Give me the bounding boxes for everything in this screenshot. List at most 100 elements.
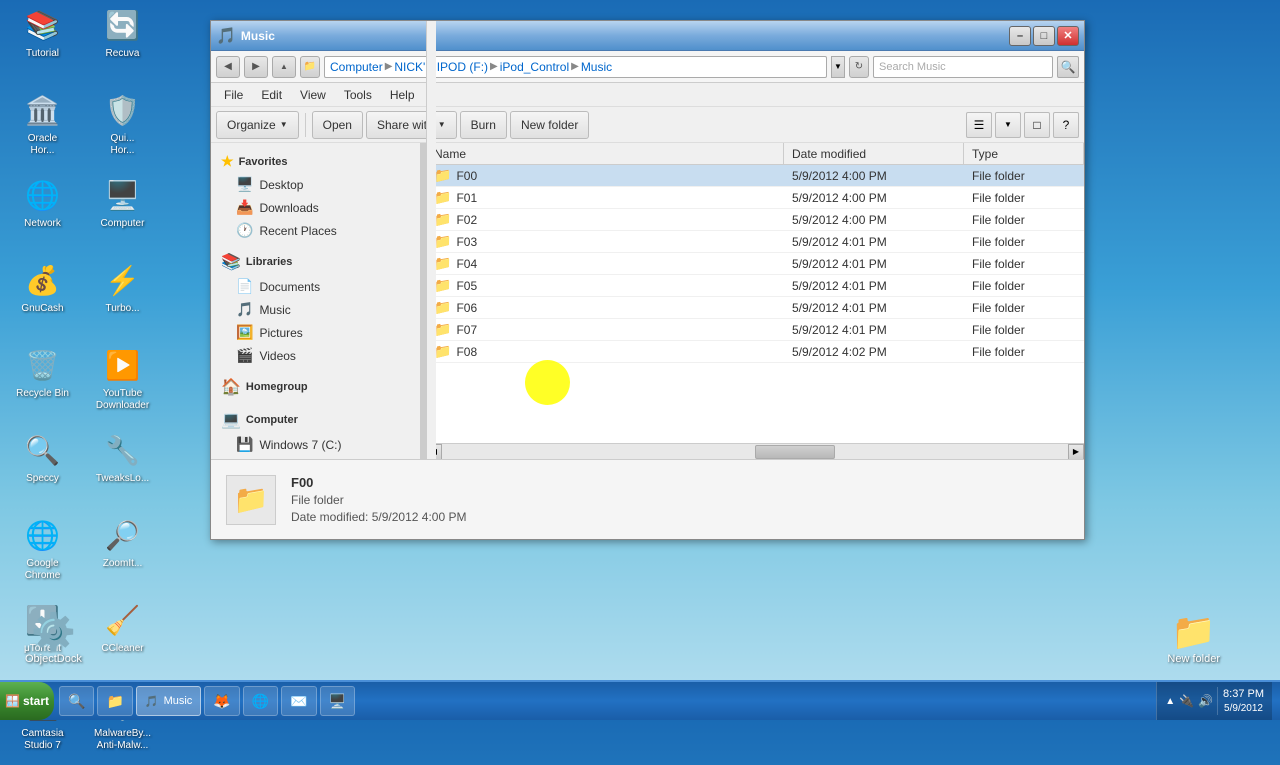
desktop-icon-computer[interactable]: 🖥️ Computer	[85, 175, 160, 255]
new-folder-button[interactable]: New folder	[510, 111, 589, 139]
nav-downloads-label: Downloads	[259, 201, 318, 215]
file-row-f05[interactable]: 📁F055/9/2012 4:01 PMFile folder	[426, 275, 1084, 297]
preview-pane-button[interactable]: □	[1024, 112, 1050, 138]
desktop-icon-chrome[interactable]: 🌐 GoogleChrome	[5, 515, 80, 595]
nav-documents[interactable]: 📄 Documents	[211, 275, 420, 298]
taskbar-mail-button[interactable]: ✉️	[281, 686, 316, 716]
col-header-date[interactable]: Date modified	[784, 143, 964, 164]
malware-label: MalwareBy...Anti-Malw...	[94, 728, 151, 752]
file-name-f06: 📁F06	[426, 299, 784, 316]
desktop-icon-oracle[interactable]: 🏛️ OracleHor...	[5, 90, 80, 170]
back-button[interactable]: ◀	[216, 56, 240, 78]
desktop-icon-tweaks[interactable]: 🔧 TweaksLo...	[85, 430, 160, 510]
hscroll-track[interactable]	[442, 444, 1068, 459]
start-button[interactable]: 🪟 start	[0, 682, 54, 720]
file-row-f01[interactable]: 📁F015/9/2012 4:00 PMFile folder	[426, 187, 1084, 209]
nav-pictures[interactable]: 🖼️ Pictures	[211, 321, 420, 344]
folder-icon: 📁	[434, 255, 451, 272]
file-row-f00[interactable]: 📁F005/9/2012 4:00 PMFile folder	[426, 165, 1084, 187]
help-button[interactable]: ?	[1053, 112, 1079, 138]
desktop-icon-youtube[interactable]: ▶️ YouTubeDownloader	[85, 345, 160, 425]
file-type-f05: File folder	[964, 279, 1084, 293]
chrome-icon: 🌐	[23, 515, 63, 555]
desktop-icon-newfolder[interactable]: 📁 New folder	[1167, 611, 1220, 665]
desktop-icon-ccleaner[interactable]: 🧹 CCleaner	[85, 600, 160, 680]
nav-downloads[interactable]: 📥 Downloads	[211, 196, 420, 219]
menu-edit[interactable]: Edit	[253, 86, 290, 104]
file-row-f02[interactable]: 📁F025/9/2012 4:00 PMFile folder	[426, 209, 1084, 231]
taskbar-firefox-button[interactable]: 🦊	[204, 686, 239, 716]
nav-win7[interactable]: 💾 Windows 7 (C:)	[211, 433, 420, 456]
folder-icon-btn: 📁	[300, 56, 320, 78]
chrome-label: GoogleChrome	[25, 558, 61, 582]
file-type-f03: File folder	[964, 235, 1084, 249]
open-button[interactable]: Open	[312, 111, 363, 139]
volume-tray-icon[interactable]: 🔊	[1198, 694, 1213, 708]
desktop-icon-quick[interactable]: 🛡️ Qui...Hor...	[85, 90, 160, 170]
nav-desktop[interactable]: 🖥️ Desktop	[211, 173, 420, 196]
taskbar-folder-button[interactable]: 📁	[97, 686, 132, 716]
desktop-icon-turbo[interactable]: ⚡ Turbo...	[85, 260, 160, 340]
left-vscroll[interactable]	[426, 143, 436, 459]
file-row-f06[interactable]: 📁F065/9/2012 4:01 PMFile folder	[426, 297, 1084, 319]
breadcrumb-ipod[interactable]: NICK'S IPOD (F:)	[394, 60, 488, 74]
burn-button[interactable]: Burn	[460, 111, 507, 139]
folder-icon: 📁	[434, 343, 451, 360]
file-row-f03[interactable]: 📁F035/9/2012 4:01 PMFile folder	[426, 231, 1084, 253]
minimize-button[interactable]: –	[1009, 26, 1031, 46]
close-button[interactable]: ✕	[1057, 26, 1079, 46]
hscroll-right-button[interactable]: ▶	[1068, 444, 1084, 460]
file-date-f03: 5/9/2012 4:01 PM	[784, 235, 964, 249]
nav-music[interactable]: 🎵 Music	[211, 298, 420, 321]
taskbar-search-button[interactable]: 🔍	[59, 686, 94, 716]
view-details-button[interactable]: ☰	[966, 112, 992, 138]
desktop-icon-tutorial[interactable]: 📚 Tutorial	[5, 5, 80, 85]
file-row-f04[interactable]: 📁F045/9/2012 4:01 PMFile folder	[426, 253, 1084, 275]
menu-tools[interactable]: Tools	[336, 86, 380, 104]
desktop-icon-gnucash[interactable]: 💰 GnuCash	[5, 260, 80, 340]
organize-button[interactable]: Organize ▼	[216, 111, 299, 139]
desktop-icon-recycle[interactable]: 🗑️ Recycle Bin	[5, 345, 80, 425]
libraries-label: Libraries	[246, 256, 292, 268]
breadcrumb-dropdown[interactable]: ▼	[831, 56, 845, 78]
breadcrumb-ipodcontrol[interactable]: iPod_Control	[500, 60, 569, 74]
search-button[interactable]: 🔍	[1057, 56, 1079, 78]
taskbar-ie-button[interactable]: 🌐	[243, 686, 278, 716]
col-header-name[interactable]: Name	[426, 143, 784, 164]
search-box: Search Music	[873, 56, 1053, 78]
file-row-f07[interactable]: 📁F075/9/2012 4:01 PMFile folder	[426, 319, 1084, 341]
taskbar-music-app[interactable]: 🎵 Music	[136, 686, 201, 716]
taskbar-monitor-button[interactable]: 🖥️	[320, 686, 355, 716]
nav-videos[interactable]: 🎬 Videos	[211, 344, 420, 367]
view-dropdown-button[interactable]: ▼	[995, 112, 1021, 138]
menu-file[interactable]: File	[216, 86, 251, 104]
desktop-icon-objectdock[interactable]: ⚙️ ObjectDock	[25, 611, 82, 665]
maximize-button[interactable]: □	[1033, 26, 1055, 46]
tutorial-label: Tutorial	[26, 48, 59, 60]
share-with-button[interactable]: Share with ▼	[366, 111, 457, 139]
horizontal-scrollbar[interactable]: ◀ ▶	[426, 443, 1084, 459]
breadcrumb-computer[interactable]: Computer	[330, 60, 383, 74]
menu-help[interactable]: Help	[382, 86, 423, 104]
file-row-f08[interactable]: 📁F085/9/2012 4:02 PMFile folder	[426, 341, 1084, 363]
start-label: start	[23, 694, 49, 708]
gnucash-label: GnuCash	[21, 303, 63, 315]
desktop-icon-speccy[interactable]: 🔍 Speccy	[5, 430, 80, 510]
breadcrumb-music[interactable]: Music	[581, 60, 612, 74]
hscroll-thumb[interactable]	[755, 445, 835, 459]
folder-icon: 📁	[434, 233, 451, 250]
forward-button[interactable]: ▶	[244, 56, 268, 78]
recuva-label: Recuva	[106, 48, 140, 60]
computer-icon: 🖥️	[103, 175, 143, 215]
menu-view[interactable]: View	[292, 86, 334, 104]
nav-recent[interactable]: 🕐 Recent Places	[211, 219, 420, 242]
refresh-button[interactable]: ↻	[849, 56, 869, 78]
up-button[interactable]: ▲	[272, 56, 296, 78]
desktop-icon-network[interactable]: 🌐 Network	[5, 175, 80, 255]
desktop-icon-zoomit[interactable]: 🔎 ZoomIt...	[85, 515, 160, 595]
folder-icon: 📁	[434, 277, 451, 294]
youtube-icon: ▶️	[103, 345, 143, 385]
tray-arrow[interactable]: ▲	[1165, 696, 1175, 707]
desktop-icon-recuva[interactable]: 🔄 Recuva	[85, 5, 160, 85]
col-header-type[interactable]: Type	[964, 143, 1084, 164]
